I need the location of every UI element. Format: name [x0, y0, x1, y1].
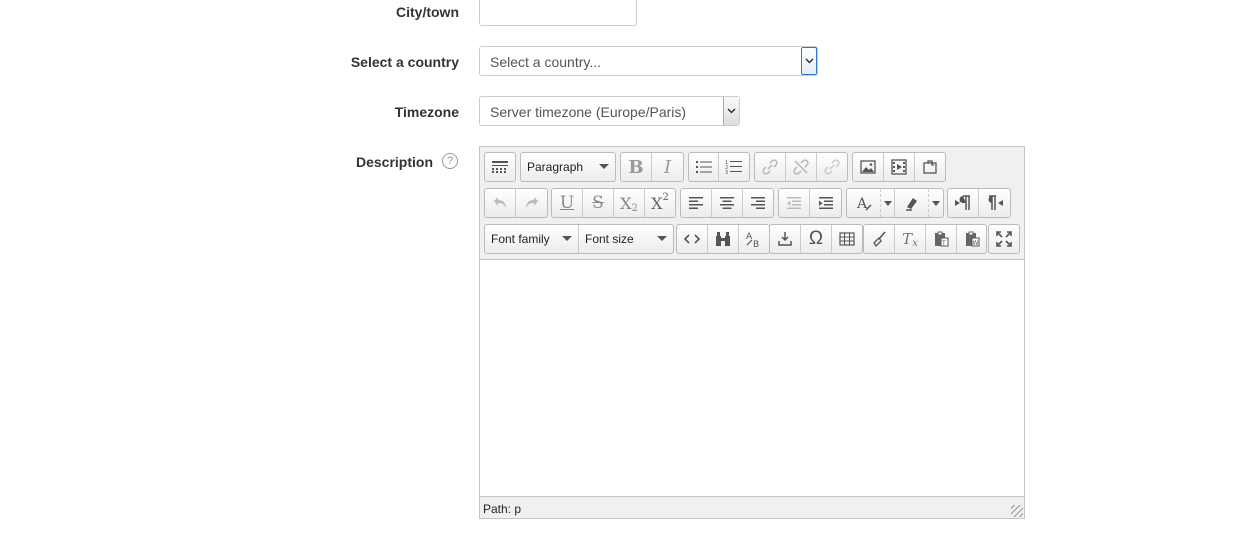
rtl-icon[interactable] — [979, 189, 1010, 217]
city-label: City/town — [396, 4, 459, 20]
special-character-icon[interactable]: Ω — [801, 225, 832, 253]
script-group: U S X2 X2 — [551, 188, 676, 218]
font-group: Font family Font size — [484, 224, 674, 254]
toolbar-toggle-icon[interactable] — [485, 153, 515, 181]
font-family-value: Font family — [491, 232, 550, 246]
chevron-down-icon[interactable] — [723, 97, 739, 125]
image-icon[interactable] — [853, 153, 884, 181]
align-left-icon[interactable] — [681, 189, 712, 217]
undo-icon[interactable] — [485, 189, 516, 217]
rich-text-editor: Paragraph B I 123 U S X 2 X 2 A Font fam… — [479, 146, 1025, 519]
background-color-icon[interactable] — [895, 189, 929, 217]
strikethrough-icon[interactable]: S — [583, 189, 614, 217]
paragraph-format-value: Paragraph — [527, 160, 584, 174]
timezone-label: Timezone — [394, 104, 459, 120]
toolbar-toggle-group — [484, 152, 516, 182]
svg-text:T: T — [941, 240, 946, 247]
search-replace-icon[interactable] — [708, 225, 739, 253]
manage-files-icon[interactable] — [915, 153, 945, 181]
bold-icon[interactable]: B — [621, 153, 652, 181]
fullscreen-icon[interactable] — [989, 225, 1019, 253]
indent-icon[interactable] — [810, 189, 841, 217]
chevron-down-icon[interactable] — [801, 47, 817, 75]
media-group — [852, 152, 946, 182]
clean-group: Tx T W — [863, 224, 987, 254]
subscript-icon[interactable]: X2 — [614, 189, 645, 217]
svg-text:B: B — [753, 240, 759, 248]
indent-group — [778, 188, 842, 218]
tools-group: AB — [676, 224, 770, 254]
country-select-value: Select a country... — [490, 54, 602, 70]
italic-icon[interactable]: I — [652, 153, 683, 181]
align-group — [680, 188, 774, 218]
clear-formatting-icon[interactable]: Tx — [895, 225, 926, 253]
html-code-icon[interactable] — [677, 225, 708, 253]
align-center-icon[interactable] — [712, 189, 743, 217]
superscript-icon[interactable]: X2 — [645, 189, 675, 217]
anchor-link-icon[interactable] — [817, 153, 847, 181]
timezone-select[interactable]: Server timezone (Europe/Paris) — [479, 96, 740, 126]
redo-icon[interactable] — [516, 189, 547, 217]
fullscreen-group — [988, 224, 1020, 254]
timezone-select-value: Server timezone (Europe/Paris) — [490, 104, 687, 120]
svg-text:3: 3 — [725, 170, 728, 175]
country-select[interactable]: Select a country... — [479, 46, 818, 76]
insert-line-icon[interactable] — [770, 225, 801, 253]
insert-group: Ω — [769, 224, 863, 254]
svg-text:W: W — [973, 240, 979, 247]
spellcheck-icon[interactable]: AB — [739, 225, 769, 253]
text-color-chevron-down-icon[interactable] — [881, 189, 895, 217]
text-style-group: B I — [620, 152, 684, 182]
font-size-value: Font size — [585, 232, 634, 246]
font-size-select[interactable]: Font size — [579, 225, 673, 253]
font-family-select[interactable]: Font family — [485, 225, 579, 253]
numbered-list-icon[interactable]: 123 — [719, 153, 749, 181]
clean-up-icon[interactable] — [864, 225, 895, 253]
bullet-list-icon[interactable] — [689, 153, 719, 181]
format-group: Paragraph — [520, 152, 616, 182]
history-group — [484, 188, 548, 218]
paragraph-format-select[interactable]: Paragraph — [521, 153, 615, 181]
city-input[interactable] — [479, 0, 637, 26]
align-right-icon[interactable] — [743, 189, 773, 217]
underline-icon[interactable]: U — [552, 189, 583, 217]
editor-status-path: Path: p — [483, 502, 522, 516]
paste-text-icon[interactable]: T — [926, 225, 957, 253]
table-icon[interactable] — [832, 225, 862, 253]
link-icon[interactable] — [755, 153, 786, 181]
description-label: Description — [355, 154, 433, 170]
link-group — [754, 152, 848, 182]
unlink-icon[interactable] — [786, 153, 817, 181]
list-group: 123 — [688, 152, 750, 182]
color-group: A — [846, 188, 944, 218]
resize-handle-icon[interactable] — [1011, 505, 1023, 517]
background-color-chevron-down-icon[interactable] — [929, 189, 943, 217]
direction-group — [947, 188, 1011, 218]
help-icon[interactable]: ? — [442, 153, 458, 169]
ltr-icon[interactable] — [948, 189, 979, 217]
country-label: Select a country — [350, 54, 459, 70]
outdent-icon[interactable] — [779, 189, 810, 217]
media-icon[interactable] — [884, 153, 915, 181]
editor-content-area[interactable] — [480, 259, 1024, 497]
text-color-icon[interactable]: A — [847, 189, 881, 217]
paste-word-icon[interactable]: W — [957, 225, 987, 253]
